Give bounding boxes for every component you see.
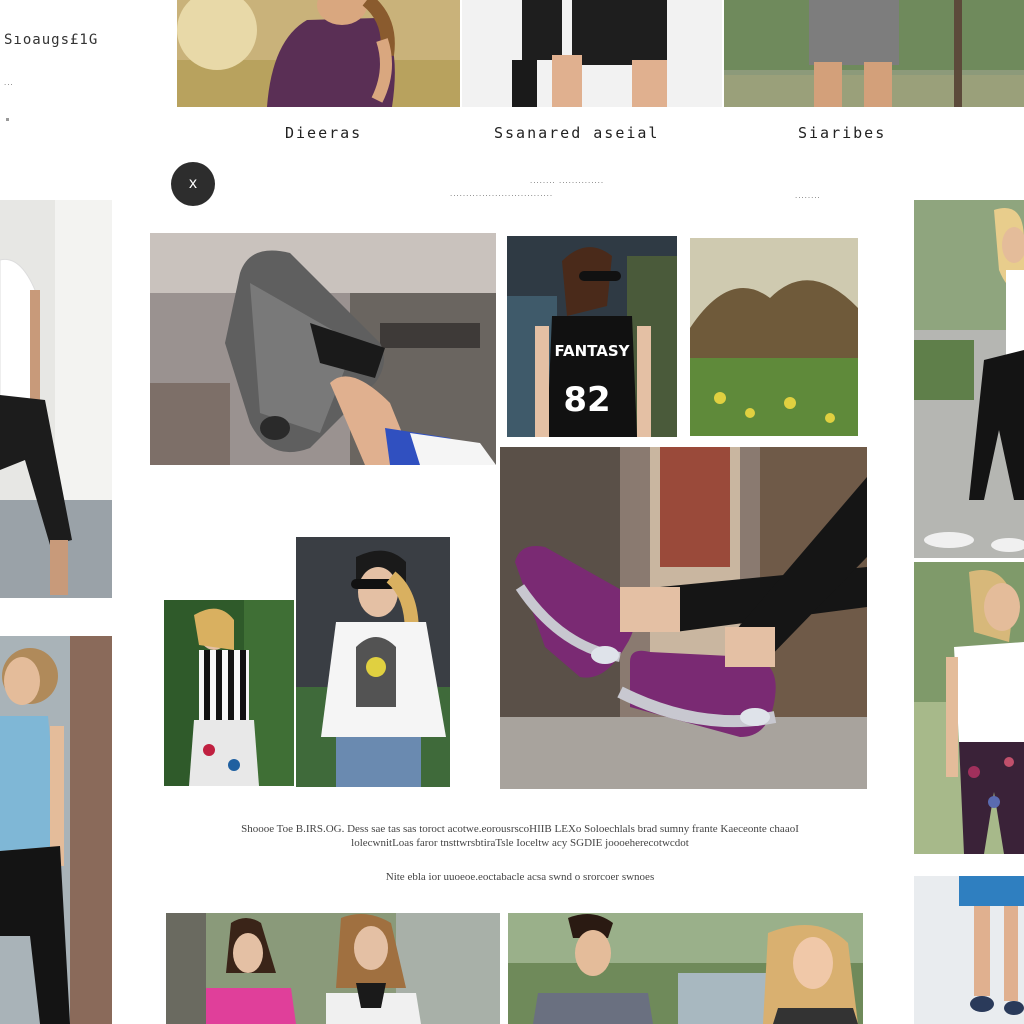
- close-icon: x: [189, 175, 197, 192]
- photo-legs-black-shorts[interactable]: [462, 0, 722, 107]
- description-footer: Nite ebla ior uuoeoe.eoctabacle acsa swn…: [385, 871, 655, 883]
- photo-man-and-woman-smiling[interactable]: [508, 913, 863, 1024]
- photo-purple-sneakers-legs[interactable]: [500, 447, 867, 789]
- divider: [6, 118, 9, 121]
- photo-woman-floral-leggings[interactable]: [914, 562, 1024, 854]
- brand-name[interactable]: Sıoaugs£1G: [4, 32, 98, 48]
- jersey-text: FANTASY: [554, 342, 630, 360]
- photo-woman-fantasy-jersey[interactable]: FANTASY 82: [507, 236, 677, 437]
- description-paragraph: Shoooe Toe B.IRS.OG. Dess sae tas sas to…: [241, 823, 799, 849]
- photo-woman-blue-tank[interactable]: [0, 636, 112, 1024]
- photo-two-women-smiling[interactable]: [166, 913, 500, 1024]
- photo-woman-graphic-shirt[interactable]: [296, 537, 450, 787]
- close-button[interactable]: x: [171, 162, 215, 206]
- nav-designs[interactable]: Dieeras: [285, 124, 362, 142]
- photo-man-grey-shorts[interactable]: [724, 0, 1024, 107]
- photo-garden-path[interactable]: [690, 238, 858, 436]
- photo-woman-white-tee-leggings[interactable]: [0, 200, 112, 598]
- jersey-number: 82: [563, 380, 610, 420]
- photo-runner-blue-shorts[interactable]: [914, 876, 1024, 1024]
- featured-subtext: ................................: [450, 189, 554, 198]
- photo-woman-purple-shirt[interactable]: [177, 0, 460, 107]
- brand-tagline: ...: [4, 78, 14, 87]
- featured-subtext: ........ ..............: [530, 176, 605, 185]
- stories-subtext: ........: [795, 191, 821, 200]
- nav-featured[interactable]: Ssanared aseial: [494, 124, 659, 142]
- photo-grey-knit-sneaker-hand[interactable]: [150, 233, 496, 465]
- nav-stories[interactable]: Siaribes: [798, 124, 886, 142]
- photo-woman-walking-white-tee[interactable]: [914, 200, 1024, 558]
- photo-woman-striped-top[interactable]: [164, 600, 294, 786]
